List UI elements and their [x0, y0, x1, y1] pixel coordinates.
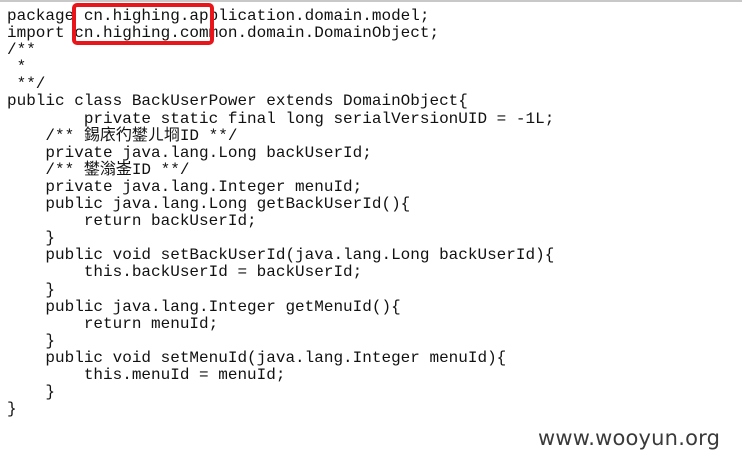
code-line: private java.lang.Integer menuId; — [7, 177, 363, 196]
code-line: * — [7, 58, 27, 77]
code-line: private java.lang.Long backUserId; — [7, 143, 372, 162]
code-line: public void setBackUserId(java.lang.Long… — [7, 246, 555, 265]
code-line: public void setMenuId(java.lang.Integer … — [7, 348, 507, 367]
top-border — [0, 0, 742, 2]
code-line: return menuId; — [7, 314, 219, 333]
code-line: } — [7, 229, 56, 248]
code-line: private static final long serialVersionU… — [7, 109, 555, 128]
code-line: } — [7, 383, 56, 402]
code-line: } — [7, 400, 17, 419]
code-line: } — [7, 280, 56, 299]
code-line: this.menuId = menuId; — [7, 365, 286, 384]
code-line: public class BackUserPower extends Domai… — [7, 92, 468, 111]
code-line: /** 鐢滃崟ID **/ — [7, 160, 190, 179]
code-line: this.backUserId = backUserId; — [7, 263, 363, 282]
watermark: www.wooyun.org — [538, 426, 721, 450]
code-line: public java.lang.Long getBackUserId(){ — [7, 195, 411, 214]
code-view: package cn.highing.application.domain.mo… — [7, 7, 555, 419]
code-line: public java.lang.Integer getMenuId(){ — [7, 297, 401, 316]
code-line: **/ — [7, 75, 46, 94]
code-line: return backUserId; — [7, 212, 257, 231]
red-highlight-box — [72, 3, 214, 45]
code-line: /** 錫庡彴鐢ㄦ埛ID **/ — [7, 126, 238, 145]
code-line: } — [7, 331, 56, 350]
